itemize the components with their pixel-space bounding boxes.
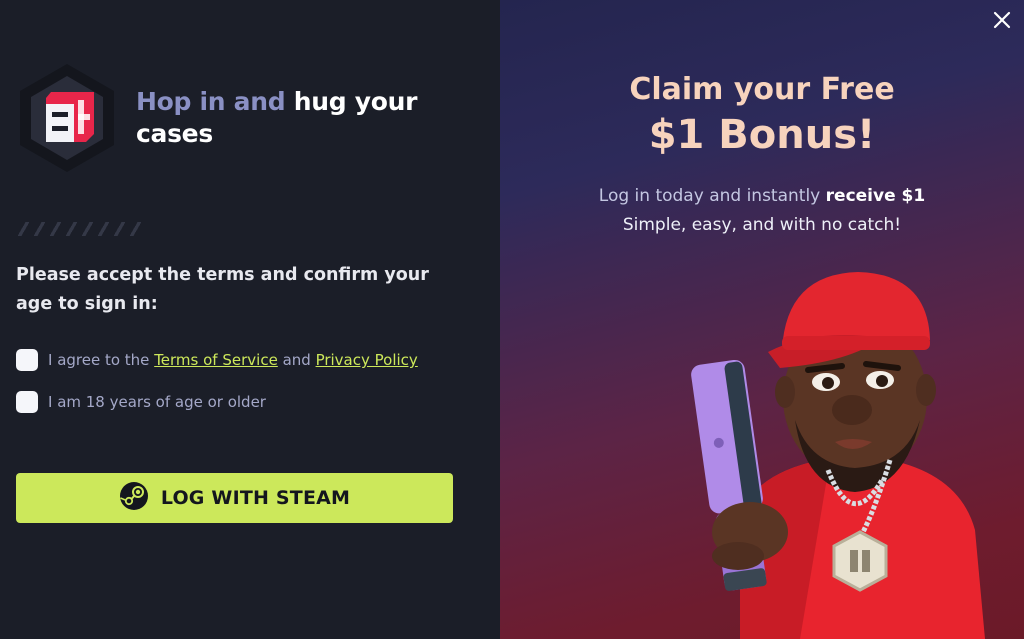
age-checkbox[interactable] <box>16 391 38 413</box>
headline: Hop in and hug your cases <box>136 86 476 150</box>
decorative-stripes <box>18 222 146 238</box>
age-row: I am 18 years of age or older <box>16 391 266 413</box>
promo-title-line1: Claim your Free <box>629 72 895 107</box>
promo-title: Claim your Free $1 Bonus! <box>500 70 1024 160</box>
site-logo <box>16 62 118 174</box>
terms-row: I agree to the Terms of Service and Priv… <box>16 349 418 371</box>
steam-icon <box>119 481 149 515</box>
terms-label: I agree to the Terms of Service and Priv… <box>48 351 418 369</box>
promo-subtitle: Log in today and instantly receive $1 Si… <box>500 182 1024 240</box>
promo-sub-line2: Simple, easy, and with no catch! <box>622 215 902 235</box>
promo-sub-prefix: Log in today and instantly <box>598 186 826 206</box>
log-with-steam-label: LOG WITH STEAM <box>160 487 351 509</box>
age-label: I am 18 years of age or older <box>48 393 266 411</box>
login-panel: Hop in and hug your cases Please accept … <box>0 0 500 639</box>
login-modal: Hop in and hug your cases Please accept … <box>0 0 1024 639</box>
terms-and: and <box>277 351 316 369</box>
promo-sub-line1: Log in today and instantly receive $1 <box>500 182 1024 211</box>
privacy-policy-link[interactable]: Privacy Policy <box>316 351 418 369</box>
mascot-illustration <box>590 270 990 639</box>
close-icon[interactable] <box>992 10 1012 30</box>
promo-sub-bold: receive $1 <box>825 186 926 206</box>
terms-checkbox[interactable] <box>16 349 38 371</box>
headline-part1: Hop in and <box>136 87 294 116</box>
terms-of-service-link[interactable]: Terms of Service <box>154 351 278 369</box>
terms-prompt: Please accept the terms and confirm your… <box>16 265 429 314</box>
promo-panel: Claim your Free $1 Bonus! Log in today a… <box>500 0 1024 639</box>
terms-prefix: I agree to the <box>48 351 155 369</box>
promo-title-line2: $1 Bonus! <box>648 112 876 158</box>
log-with-steam-button[interactable]: LOG WITH STEAM <box>16 473 453 523</box>
